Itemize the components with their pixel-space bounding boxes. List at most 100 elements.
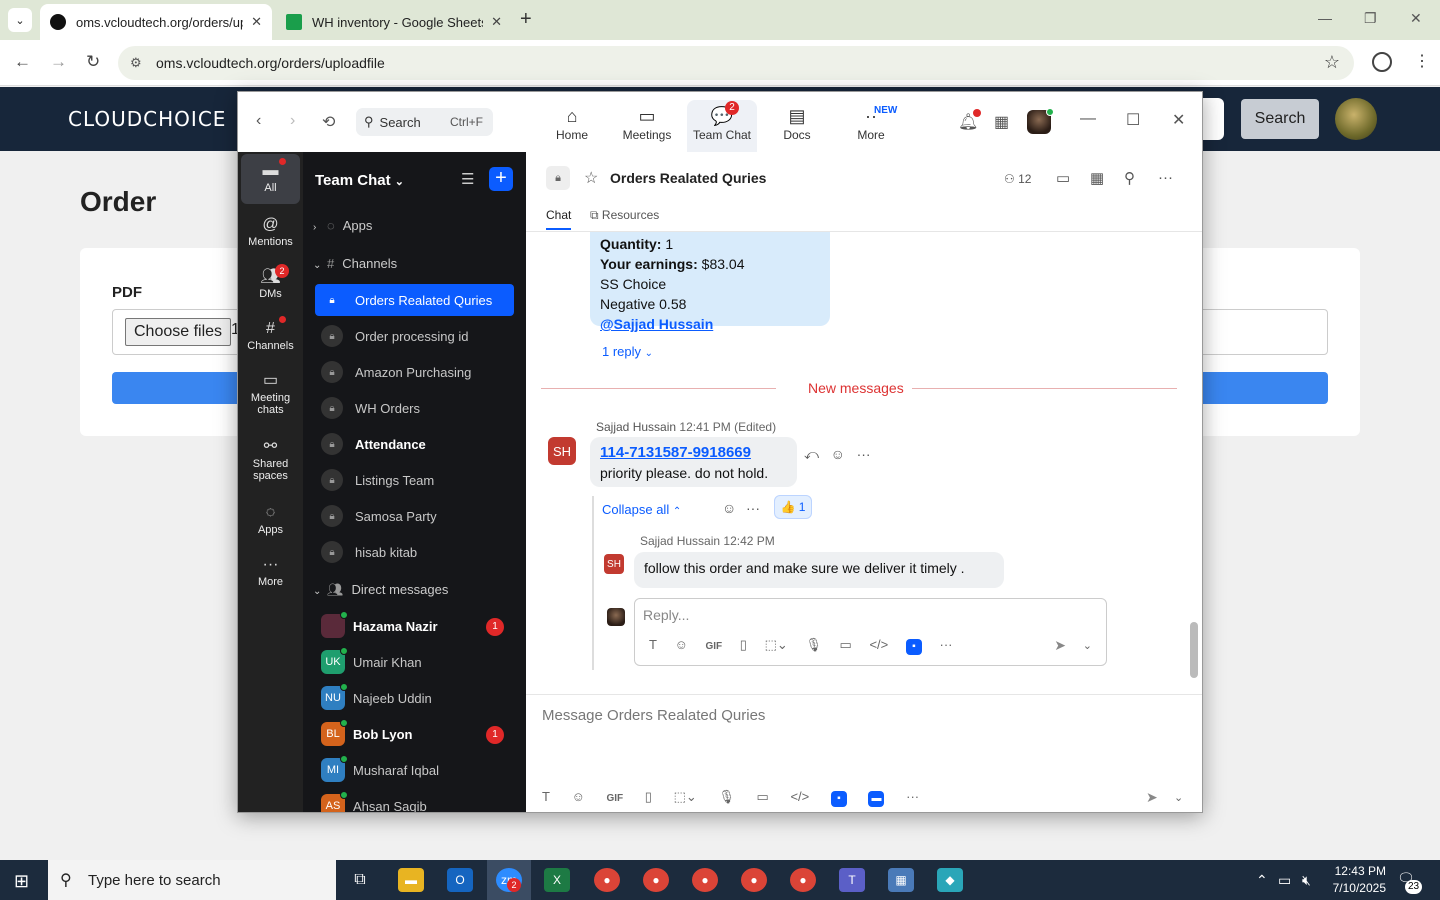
chrome-icon[interactable]: ● [741, 868, 767, 892]
outlook-icon[interactable]: O [447, 868, 473, 892]
chevron-down-icon[interactable]: ⌄ [1083, 639, 1092, 652]
sidebar-dm-item[interactable]: UK Umair Khan [315, 646, 514, 678]
choose-files-button[interactable]: Choose files [125, 318, 232, 346]
tab-chat[interactable]: Chat [546, 208, 572, 230]
forward-chevron-icon[interactable]: › [290, 112, 295, 130]
rail-apps[interactable]: ◌ Apps [241, 496, 300, 546]
calculator-icon[interactable]: ▦ [888, 868, 914, 892]
calendar-icon[interactable]: ▦ [1090, 169, 1104, 187]
bookmark-star-icon[interactable]: ☆ [1324, 52, 1340, 73]
screenshot-icon[interactable]: ⬚⌄ [674, 789, 697, 805]
more-options-icon[interactable]: ··· [939, 637, 952, 652]
taskbar-search[interactable]: ⚲ Type here to search [48, 860, 336, 900]
more-options-icon[interactable]: ··· [857, 446, 871, 462]
chat-app-icon[interactable]: ▬ [868, 791, 885, 807]
calendar-icon[interactable]: ▦ [994, 112, 1009, 132]
order-id-link[interactable]: 114-7131587-9918669 [600, 443, 787, 463]
close-window-icon[interactable]: ✕ [1410, 10, 1422, 27]
zoom-search-box[interactable]: ⚲ Search Ctrl+F [356, 108, 493, 136]
sidebar-title[interactable]: Team Chat ⌄ [315, 172, 404, 189]
nav-docs[interactable]: ▤ Docs [762, 100, 832, 152]
message-input[interactable]: Message Orders Realated Quries [542, 707, 765, 724]
sender-avatar[interactable]: SH [604, 554, 624, 574]
back-chevron-icon[interactable]: ‹ [256, 112, 261, 130]
excel-icon[interactable]: X [544, 868, 570, 892]
url-bar[interactable]: ⚙ oms.vcloudtech.org/orders/uploadfile ☆ [118, 46, 1354, 80]
rail-shared-spaces[interactable]: ⚯ Shared spaces [241, 430, 300, 486]
code-icon[interactable]: </> [790, 789, 809, 804]
sidebar-channel-item[interactable]: 🔒︎ hisab kitab [315, 536, 514, 568]
nav-more[interactable]: ·· NEW More [836, 100, 906, 152]
sender-name[interactable]: Sajjad Hussain [640, 534, 720, 548]
microphone-icon[interactable]: 🎙︎ [805, 637, 822, 653]
section-channels[interactable]: ⌄ # Channels [313, 256, 397, 271]
nav-meetings[interactable]: ▭ Meetings [612, 100, 682, 152]
emoji-icon[interactable]: ☺ [675, 637, 688, 652]
screenshot-icon[interactable]: ⬚⌄ [765, 637, 788, 653]
scrollbar[interactable] [1190, 622, 1198, 678]
file-explorer-icon[interactable]: ▬ [398, 868, 424, 892]
file-icon[interactable]: ▯ [645, 789, 652, 805]
back-arrow-icon[interactable]: ← [14, 52, 31, 72]
search-icon[interactable]: ⚲ [1124, 169, 1135, 187]
rail-more[interactable]: ··· More [241, 548, 300, 598]
task-view-icon[interactable]: ⧉ [347, 868, 373, 892]
browser-menu-icon[interactable]: ⋮ [1414, 51, 1430, 71]
reply-input[interactable]: Reply... [643, 607, 689, 623]
tray-chevron-up-icon[interactable]: ⌃ [1256, 872, 1268, 889]
more-options-icon[interactable]: ··· [1158, 169, 1173, 186]
rail-mentions[interactable]: @ Mentions [241, 208, 300, 258]
browser-profile-icon[interactable] [1372, 52, 1392, 72]
app-icon[interactable]: ▪ [830, 791, 847, 807]
gif-icon[interactable]: GIF [606, 793, 623, 804]
add-reaction-icon[interactable]: ☺ [722, 500, 736, 516]
send-icon[interactable]: ➤ [1054, 637, 1066, 654]
tab-search-menu[interactable]: ⌄ [8, 8, 32, 32]
rail-dms[interactable]: 👥︎ 2 DMs [241, 260, 300, 310]
microphone-icon[interactable]: 🎙︎ [718, 789, 735, 805]
send-icon[interactable]: ➤ [1146, 789, 1158, 806]
sender-avatar[interactable]: SH [548, 437, 576, 465]
gif-icon[interactable]: GIF [705, 641, 722, 652]
sidebar-dm-item[interactable]: AS Ahsan Saqib [315, 790, 514, 812]
more-options-icon[interactable]: ··· [906, 789, 919, 804]
video-message-icon[interactable]: ▭ [840, 637, 852, 653]
sidebar-channel-item[interactable]: 🔒︎ Samosa Party [315, 500, 514, 532]
restore-icon[interactable]: ❐ [1364, 10, 1377, 27]
video-icon[interactable]: ▭ [1056, 169, 1070, 187]
site-logo[interactable]: CLOUDCHOICE [68, 107, 226, 131]
filter-icon[interactable]: ☰ [461, 170, 474, 188]
sidebar-channel-item[interactable]: 🔒︎ Order processing id [315, 320, 514, 352]
emoji-icon[interactable]: ☺ [831, 446, 845, 462]
file-icon[interactable]: ▯ [740, 637, 747, 653]
reply-icon[interactable]: ⤺ [804, 446, 819, 462]
new-tab-plus-icon[interactable]: + [520, 8, 532, 31]
minimize-icon[interactable]: — [1318, 10, 1332, 26]
nav-team-chat[interactable]: 💬 2 Team Chat [687, 100, 757, 152]
message-list[interactable]: Quantity: 1 Your earnings: $83.04 SS Cho… [526, 232, 1202, 684]
sidebar-channel-item[interactable]: 🔒︎ Listings Team [315, 464, 514, 496]
windows-start-icon[interactable]: ⊞ [14, 871, 29, 892]
chrome-icon[interactable]: ● [594, 868, 620, 892]
new-chat-plus-icon[interactable]: + [489, 167, 513, 191]
close-icon[interactable]: ✕ [1172, 110, 1185, 130]
sidebar-channel-item[interactable]: 🔒︎ WH Orders [315, 392, 514, 424]
video-message-icon[interactable]: ▭ [757, 789, 769, 805]
minimize-icon[interactable]: — [1080, 110, 1096, 128]
reload-icon[interactable]: ↻ [86, 52, 100, 72]
rail-channels[interactable]: # Channels [241, 312, 300, 362]
close-icon[interactable]: ✕ [251, 14, 262, 30]
text-format-icon[interactable]: T [542, 789, 550, 804]
nav-home[interactable]: ⌂ Home [537, 100, 607, 152]
network-icon[interactable]: ▭ [1278, 872, 1291, 889]
emoji-icon[interactable]: ☺ [572, 789, 585, 804]
sidebar-dm-item[interactable]: Hazama Nazir 1 [315, 610, 514, 642]
forward-arrow-icon[interactable]: → [50, 52, 67, 72]
members-button[interactable]: ⚇ 12 [1004, 172, 1031, 186]
chrome-icon[interactable]: ● [790, 868, 816, 892]
thread-reply-link[interactable]: 1 reply ⌄ [602, 344, 653, 359]
channel-name[interactable]: Orders Realated Quries [610, 170, 766, 186]
taskbar-clock[interactable]: 12:43 PM 7/10/2025 [1326, 863, 1386, 897]
browser-tab-sheets[interactable]: WH inventory - Google Sheets ✕ [276, 4, 512, 40]
rail-meeting-chats[interactable]: ▭ Meeting chats [241, 364, 300, 420]
